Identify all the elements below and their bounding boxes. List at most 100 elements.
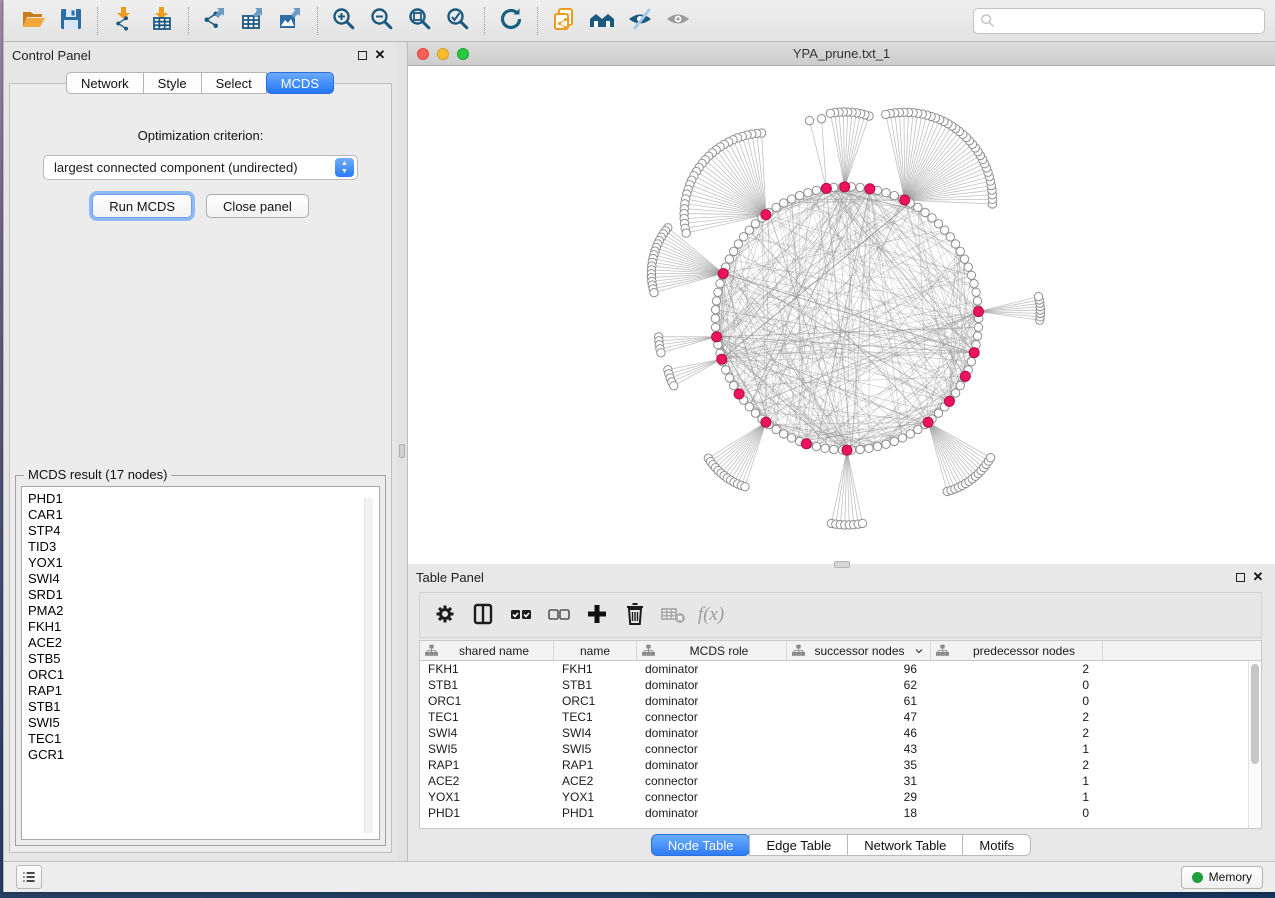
run-mcds-button[interactable]: Run MCDS (92, 194, 192, 218)
mcds-result-item[interactable]: GCR1 (28, 747, 379, 763)
first-neighbors-button[interactable] (583, 4, 621, 38)
select-all-icon (508, 601, 534, 630)
zoom-fit-button[interactable] (401, 4, 439, 38)
tab-network-table[interactable]: Network Table (847, 834, 963, 856)
table-row[interactable]: PHD1PHD1dominator180 (420, 805, 1261, 821)
vertical-splitter-handle[interactable] (399, 444, 405, 458)
add-row-button[interactable] (580, 598, 614, 632)
refresh-button[interactable] (492, 4, 530, 38)
float-panel-icon[interactable] (353, 47, 371, 63)
table-row[interactable]: TEC1TEC1connector472 (420, 709, 1261, 725)
table-scrollbar[interactable] (1248, 661, 1261, 828)
mcds-result-item[interactable]: PMA2 (28, 603, 379, 619)
search-input[interactable] (973, 8, 1265, 34)
mcds-result-item[interactable]: SWI4 (28, 571, 379, 587)
task-history-button[interactable] (16, 865, 42, 889)
table-cell: RAP1 (420, 757, 554, 773)
table-row[interactable]: ORC1ORC1dominator610 (420, 693, 1261, 709)
vertical-splitter[interactable] (397, 42, 407, 861)
close-panel-button[interactable]: Close panel (206, 194, 309, 218)
mcds-result-item[interactable]: STP4 (28, 523, 379, 539)
tab-mcds[interactable]: MCDS (266, 72, 334, 94)
close-panel-icon[interactable]: ✕ (371, 47, 389, 63)
tab-motifs[interactable]: Motifs (962, 834, 1031, 856)
memory-button[interactable]: Memory (1181, 866, 1263, 889)
zoom-selected-icon (445, 6, 471, 35)
table-cell: dominator (637, 677, 787, 693)
save-button[interactable] (52, 4, 90, 38)
mcds-result-item[interactable]: TEC1 (28, 731, 379, 747)
criterion-select-value: largest connected component (undirected) (44, 160, 335, 175)
zoom-selected-button[interactable] (439, 4, 477, 38)
export-network-icon (202, 6, 228, 35)
table-cell: dominator (637, 725, 787, 741)
mcds-result-item[interactable]: PHD1 (28, 491, 379, 507)
network-canvas[interactable] (408, 66, 1275, 564)
mcds-result-item[interactable]: SWI5 (28, 715, 379, 731)
tab-node-table[interactable]: Node Table (651, 834, 751, 856)
mcds-result-item[interactable]: ACE2 (28, 635, 379, 651)
mcds-result-item[interactable]: TID3 (28, 539, 379, 555)
mcds-result-item[interactable]: RAP1 (28, 683, 379, 699)
columns-button[interactable] (466, 598, 500, 632)
table-cell: 2 (931, 757, 1103, 773)
table-cell: FKH1 (420, 661, 554, 677)
mcds-result-item[interactable]: FKH1 (28, 619, 379, 635)
select-all-button[interactable] (504, 598, 538, 632)
deselect-all-button[interactable] (542, 598, 576, 632)
show-all-button[interactable] (659, 4, 697, 38)
zoom-out-button[interactable] (363, 4, 401, 38)
toolbar-separator (188, 7, 189, 35)
hide-selected-button[interactable] (621, 4, 659, 38)
close-table-panel-icon[interactable]: ✕ (1249, 569, 1267, 585)
delete-row-button[interactable] (618, 598, 652, 632)
column-header-shared-name[interactable]: shared name (420, 641, 554, 660)
export-table-button[interactable] (234, 4, 272, 38)
table-panel: Table Panel ✕ f(x) shared namenameMCDS r… (407, 564, 1275, 861)
table-cell: SWI4 (420, 725, 554, 741)
export-network-button[interactable] (196, 4, 234, 38)
columns-icon (470, 601, 496, 630)
table-row[interactable]: SWI4SWI4dominator462 (420, 725, 1261, 741)
mcds-result-list[interactable]: PHD1CAR1STP4TID3YOX1SWI4SRD1PMA2FKH1ACE2… (21, 486, 380, 840)
horizontal-splitter-handle[interactable] (834, 561, 850, 568)
sort-chevron-icon (914, 646, 924, 656)
table-row[interactable]: SWI5SWI5connector431 (420, 741, 1261, 757)
settings-button[interactable] (428, 598, 462, 632)
criterion-select[interactable]: largest connected component (undirected)… (43, 155, 358, 180)
function-builder-icon: f(x) (698, 604, 724, 626)
mcds-result-item[interactable]: STB5 (28, 651, 379, 667)
column-header-MCDS-role[interactable]: MCDS role (637, 641, 787, 660)
network-graph-svg[interactable] (408, 66, 1275, 564)
column-header-successor-nodes[interactable]: successor nodes (787, 641, 931, 660)
export-image-button[interactable] (272, 4, 310, 38)
zoom-in-button[interactable] (325, 4, 363, 38)
tree-icon (936, 644, 949, 657)
import-table-button[interactable] (143, 4, 181, 38)
tab-style[interactable]: Style (143, 72, 202, 94)
table-row[interactable]: ACE2ACE2connector311 (420, 773, 1261, 789)
mcds-result-item[interactable]: YOX1 (28, 555, 379, 571)
duplicate-network-button[interactable] (545, 4, 583, 38)
result-list-scrollbar[interactable] (364, 498, 373, 833)
tab-edge-table[interactable]: Edge Table (749, 834, 848, 856)
mcds-result-item[interactable]: SRD1 (28, 587, 379, 603)
tab-network[interactable]: Network (66, 72, 144, 94)
column-header-predecessor-nodes[interactable]: predecessor nodes (931, 641, 1103, 660)
table-row[interactable]: RAP1RAP1dominator352 (420, 757, 1261, 773)
tab-select[interactable]: Select (201, 72, 267, 94)
mcds-result-item[interactable]: STB1 (28, 699, 379, 715)
mcds-result-item[interactable]: CAR1 (28, 507, 379, 523)
delete-row-icon (622, 601, 648, 630)
import-network-button[interactable] (105, 4, 143, 38)
table-scrollbar-thumb[interactable] (1251, 664, 1259, 764)
mcds-result-item[interactable]: ORC1 (28, 667, 379, 683)
table-cell: 0 (931, 805, 1103, 821)
open-file-button[interactable] (14, 4, 52, 38)
table-row[interactable]: STB1STB1dominator620 (420, 677, 1261, 693)
column-header-name[interactable]: name (554, 641, 637, 660)
float-table-panel-icon[interactable] (1231, 569, 1249, 585)
mcds-tab-content: Optimization criterion: largest connecte… (9, 83, 392, 853)
table-row[interactable]: FKH1FKH1dominator962 (420, 661, 1261, 677)
table-row[interactable]: YOX1YOX1connector291 (420, 789, 1261, 805)
